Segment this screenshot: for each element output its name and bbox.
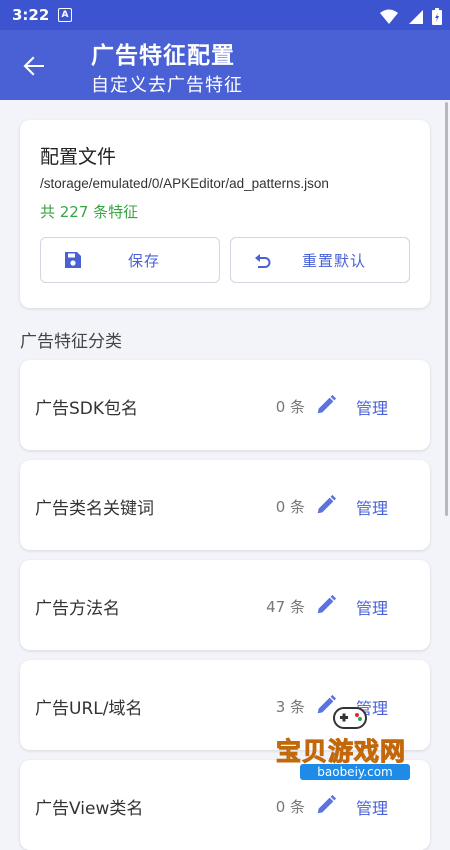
reset-default-button-label: 重置默认 [301, 252, 366, 270]
back-button[interactable] [18, 50, 50, 82]
arrow-back-icon [23, 56, 44, 76]
category-card-sdk-package[interactable]: 广告SDK包名 0 条 管理 [20, 360, 430, 450]
config-file-path: /storage/emulated/0/APKEditor/ad_pattern… [40, 176, 329, 191]
status-time: 3:22 [12, 6, 50, 24]
save-button-label: 保存 [127, 252, 160, 270]
category-name: 广告类名关键词 [35, 499, 154, 519]
watermark-url: baobeiy.com [300, 764, 410, 780]
reset-default-button[interactable]: 重置默认 [230, 237, 410, 283]
edit-icon[interactable] [315, 494, 337, 516]
wifi-icon [379, 9, 398, 24]
site-watermark: 宝贝游戏网 baobeiy.com [272, 702, 450, 800]
config-file-title: 配置文件 [40, 146, 117, 168]
pattern-count: 共 227 条特征 [40, 203, 139, 221]
categories-section-title: 广告特征分类 [20, 332, 122, 352]
category-name: 广告方法名 [35, 599, 120, 619]
save-button[interactable]: 保存 [40, 237, 220, 283]
notification-app-icon: A [58, 8, 72, 22]
category-name: 广告View类名 [35, 799, 144, 819]
edit-icon[interactable] [315, 394, 337, 416]
page-title: 广告特征配置 [91, 43, 235, 69]
battery-icon [432, 8, 442, 25]
watermark-text: 宝贝游戏网 [275, 737, 407, 767]
status-bar: 3:22 A [0, 0, 450, 30]
category-count: 0 条 [275, 398, 305, 416]
category-count: 0 条 [275, 498, 305, 516]
scrollbar-thumb[interactable] [445, 102, 448, 516]
status-icons [376, 6, 442, 25]
manage-button[interactable]: 管理 [356, 395, 388, 419]
signal-icon [408, 9, 423, 24]
category-name: 广告SDK包名 [35, 399, 139, 419]
manage-button[interactable]: 管理 [356, 595, 388, 619]
category-count: 47 条 [266, 598, 305, 616]
page-subtitle: 自定义去广告特征 [91, 75, 243, 96]
category-name: 广告URL/域名 [35, 699, 143, 719]
category-card-method-names[interactable]: 广告方法名 47 条 管理 [20, 560, 430, 650]
config-file-card: 配置文件 /storage/emulated/0/APKEditor/ad_pa… [20, 120, 430, 308]
manage-button[interactable]: 管理 [356, 495, 388, 519]
gamepad-icon [333, 707, 367, 729]
edit-icon[interactable] [315, 594, 337, 616]
app-bar: 广告特征配置 自定义去广告特征 [0, 30, 450, 100]
category-card-class-keywords[interactable]: 广告类名关键词 0 条 管理 [20, 460, 430, 550]
